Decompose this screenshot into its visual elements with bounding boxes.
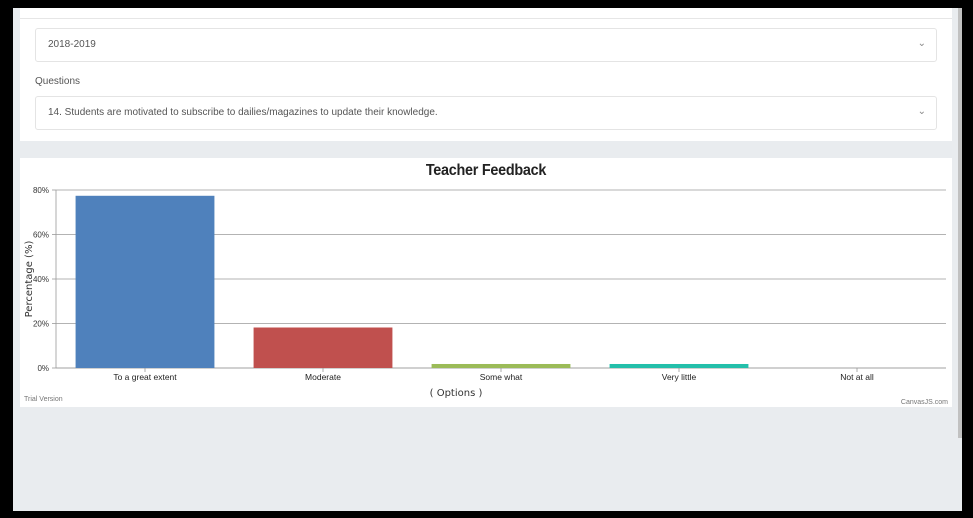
y-tick-label: 60% bbox=[33, 231, 49, 240]
chart-title: Teacher Feedback bbox=[425, 162, 547, 179]
card-divider bbox=[20, 18, 952, 19]
chevron-down-icon: ⌄ bbox=[917, 106, 926, 117]
x-tick-label: Very little bbox=[662, 372, 697, 382]
canvasjs-credit-link: CanvasJS.com bbox=[901, 399, 948, 406]
x-tick-label: Not at all bbox=[840, 372, 874, 382]
x-tick-label: To a great extent bbox=[113, 372, 177, 382]
screen-border-bottom bbox=[0, 511, 973, 518]
chart-card: 0% 20% 40% 60% 80% To a great extent Moderate S… bbox=[20, 158, 952, 407]
bar-chart: 0% 20% 40% 60% 80% To a great extent Moderate S… bbox=[24, 186, 948, 406]
x-tick-label: Some what bbox=[480, 372, 523, 382]
chevron-down-icon: ⌄ bbox=[917, 38, 926, 49]
question-select[interactable]: 14. Students are motivated to subscribe … bbox=[35, 96, 937, 130]
screen-border-left bbox=[0, 0, 13, 518]
bar bbox=[609, 363, 749, 368]
y-tick-label: 20% bbox=[33, 320, 49, 329]
questions-label: Questions bbox=[35, 76, 81, 87]
x-tick-label: Moderate bbox=[305, 372, 341, 382]
y-tick-label: 40% bbox=[33, 275, 49, 284]
y-axis-title: Percentage (%) bbox=[24, 241, 35, 318]
bar bbox=[253, 327, 393, 368]
year-select[interactable]: 2018-2019 ⌄ bbox=[35, 28, 937, 62]
filter-card: 2018-2019 ⌄ Questions 14. Students are m… bbox=[20, 8, 952, 141]
screen-border-top bbox=[0, 0, 973, 8]
trial-version-label: Trial Version bbox=[24, 396, 63, 403]
y-tick-label: 0% bbox=[37, 364, 49, 373]
year-select-value: 2018-2019 bbox=[48, 39, 96, 50]
bar bbox=[431, 363, 571, 368]
bar bbox=[75, 195, 215, 368]
x-axis-title: ( Options ) bbox=[430, 388, 483, 399]
question-select-value: 14. Students are motivated to subscribe … bbox=[48, 107, 438, 118]
screen-border-right bbox=[962, 0, 973, 518]
y-tick-label: 80% bbox=[33, 186, 49, 195]
